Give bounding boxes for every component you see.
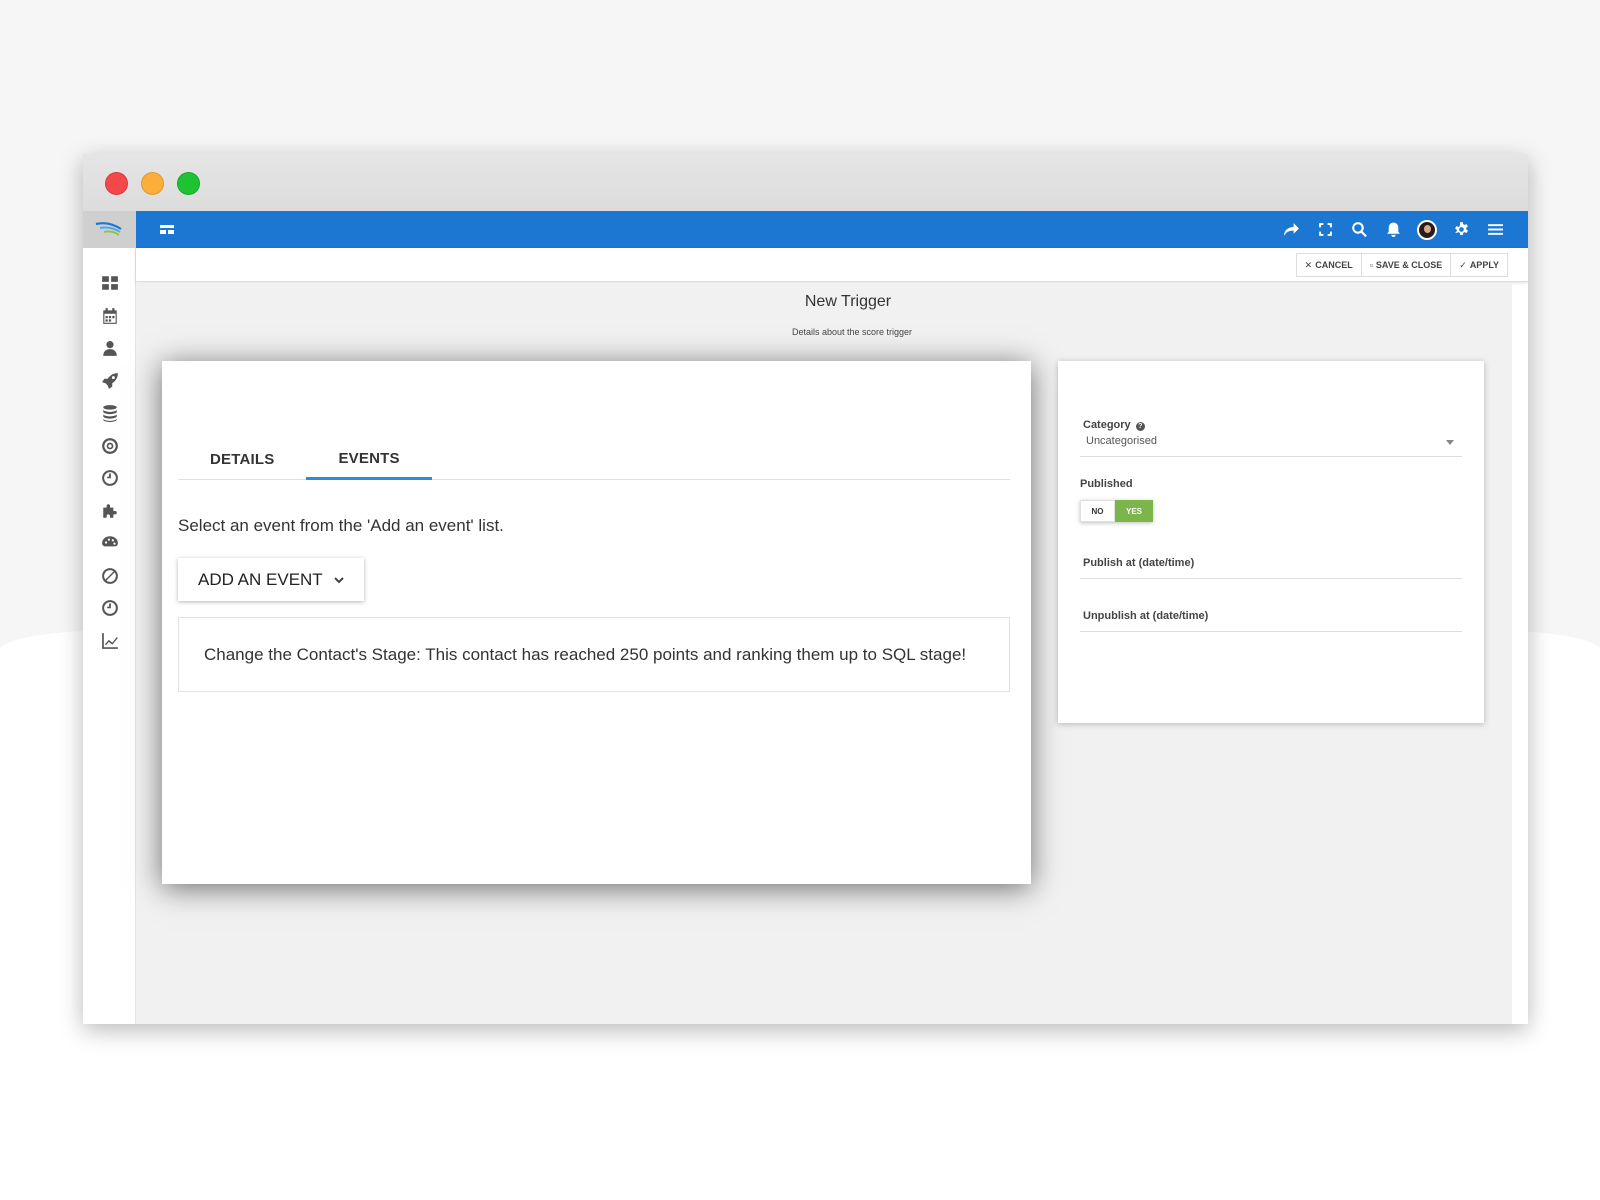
published-no-option[interactable]: NO — [1080, 500, 1115, 522]
add-event-dropdown[interactable]: ADD AN EVENT — [178, 558, 364, 601]
sidebar-item-calendar[interactable] — [83, 300, 136, 333]
search-button[interactable] — [1342, 211, 1376, 248]
category-value: Uncategorised — [1086, 435, 1157, 447]
category-label: Category ? — [1083, 419, 1145, 431]
event-item-text: Change the Contact's Stage: This contact… — [204, 644, 967, 664]
sidebar-item-campaigns[interactable] — [83, 365, 136, 398]
user-icon — [102, 341, 117, 357]
page-subtitle: Details about the score trigger — [791, 327, 913, 337]
unpublish-at-label: Unpublish at (date/time) — [1083, 610, 1209, 622]
maximize-window-button[interactable] — [177, 172, 200, 195]
rocket-icon — [101, 372, 118, 389]
sidebar-item-reports[interactable] — [83, 625, 136, 658]
window-titlebar — [83, 154, 1528, 211]
logo-icon — [95, 222, 122, 236]
grid-menu-icon[interactable] — [158, 222, 176, 238]
published-yes-option[interactable]: YES — [1115, 500, 1153, 522]
add-event-label: ADD AN EVENT — [198, 569, 323, 589]
clock-icon — [101, 470, 118, 487]
sidebar-item-themes[interactable] — [83, 527, 136, 560]
trigger-settings-card: Category ? Uncategorised Published NO YE… — [1058, 361, 1484, 723]
tab-events[interactable]: EVENTS — [306, 439, 432, 480]
category-label-text: Category — [1083, 419, 1131, 431]
close-icon: ✕ — [1304, 259, 1313, 270]
tab-bar: DETAILS EVENTS — [178, 439, 1010, 480]
save-icon: ▫ — [1369, 260, 1373, 270]
cancel-label: CANCEL — [1315, 260, 1353, 270]
caret-down-icon — [1446, 440, 1454, 445]
top-navbar — [136, 211, 1528, 248]
notifications-button[interactable] — [1376, 211, 1410, 248]
chart-line-icon — [101, 632, 118, 649]
sidebar-item-points[interactable] — [83, 430, 136, 463]
menu-icon — [1487, 224, 1503, 235]
search-icon — [1351, 222, 1367, 238]
app-logo[interactable] — [83, 211, 136, 248]
cancel-button[interactable]: ✕ CANCEL — [1295, 253, 1362, 277]
gear-icon — [1454, 222, 1468, 236]
share-icon — [1283, 223, 1299, 236]
share-button[interactable] — [1274, 211, 1308, 248]
calendar-icon — [102, 307, 117, 324]
target-icon — [101, 437, 118, 454]
history-icon — [101, 600, 118, 617]
puzzle-icon — [102, 504, 117, 518]
action-toolbar: ✕ CANCEL ▫ SAVE & CLOSE ✓ APPLY — [136, 248, 1528, 282]
chevron-down-icon — [333, 576, 344, 583]
close-window-button[interactable] — [105, 172, 128, 195]
palette-icon — [101, 536, 118, 547]
unpublish-at-field[interactable]: Unpublish at (date/time) — [1080, 610, 1462, 632]
sidebar-item-contacts[interactable] — [83, 332, 136, 365]
database-icon — [102, 405, 117, 423]
event-item[interactable]: Change the Contact's Stage: This contact… — [178, 617, 1010, 692]
minimize-window-button[interactable] — [141, 172, 164, 195]
avatar — [1417, 219, 1437, 240]
save-close-label: SAVE & CLOSE — [1375, 260, 1443, 270]
publish-at-label: Publish at (date/time) — [1083, 557, 1195, 569]
tab-details[interactable]: DETAILS — [178, 439, 306, 479]
sidebar-item-history[interactable] — [83, 592, 136, 625]
sidebar-item-dashboard[interactable] — [83, 267, 136, 300]
apply-button[interactable]: ✓ APPLY — [1450, 253, 1508, 277]
events-hint: Select an event from the 'Add an event' … — [178, 516, 504, 535]
settings-button[interactable] — [1444, 211, 1478, 248]
sidebar — [83, 211, 136, 1024]
sidebar-item-stages[interactable] — [83, 462, 136, 495]
question-circle-icon[interactable]: ? — [1135, 422, 1145, 431]
check-icon: ✓ — [1459, 259, 1467, 270]
published-toggle[interactable]: NO YES — [1080, 500, 1153, 522]
apply-label: APPLY — [1469, 260, 1499, 270]
sidebar-item-plugins[interactable] — [83, 495, 136, 528]
ban-icon — [101, 567, 118, 584]
user-menu-button[interactable] — [1410, 211, 1444, 248]
sidebar-item-components[interactable] — [83, 397, 136, 430]
bell-icon — [1386, 222, 1400, 237]
category-select[interactable]: Uncategorised — [1080, 433, 1462, 457]
publish-at-field[interactable]: Publish at (date/time) — [1080, 557, 1462, 579]
main-menu-button[interactable] — [1478, 211, 1512, 248]
dashboard-icon — [101, 276, 118, 290]
page-title: New Trigger — [804, 293, 892, 310]
trigger-form-card: DETAILS EVENTS Select an event from the … — [162, 361, 1031, 884]
fullscreen-button[interactable] — [1308, 211, 1342, 248]
sidebar-item-dnc[interactable] — [83, 560, 136, 593]
fullscreen-icon — [1318, 223, 1332, 236]
published-label: Published — [1080, 478, 1133, 490]
save-close-button[interactable]: ▫ SAVE & CLOSE — [1360, 253, 1452, 277]
